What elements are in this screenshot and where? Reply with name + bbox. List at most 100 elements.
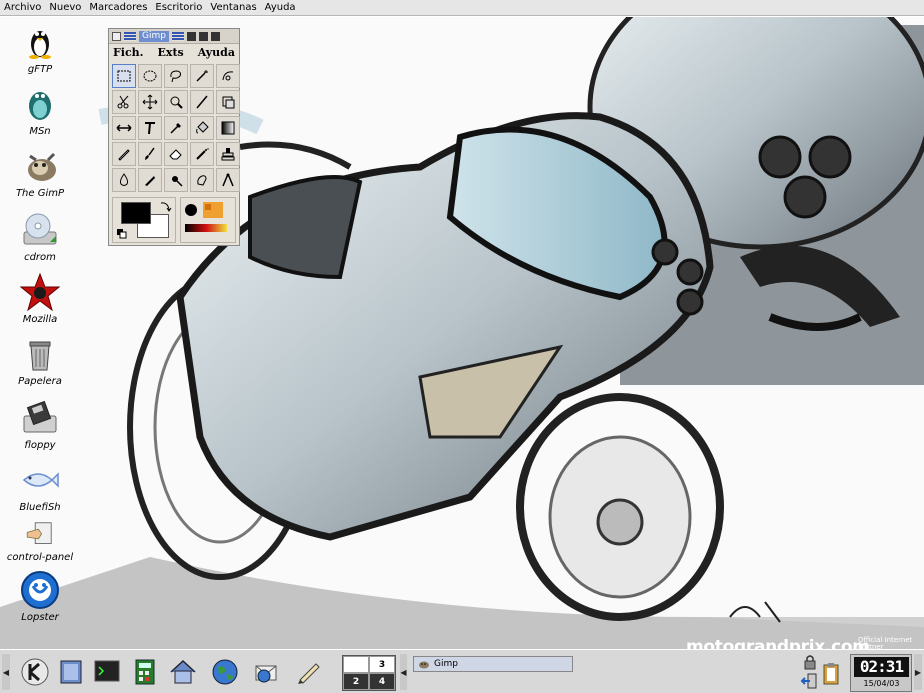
tool-move[interactable] <box>138 90 162 114</box>
desktop-pager: 1 3 2 4 <box>342 655 396 691</box>
foreground-color-swatch[interactable] <box>121 202 151 224</box>
window-title: Gimp <box>139 30 169 42</box>
tool-rect-select[interactable] <box>112 64 136 88</box>
panel-hide-left-icon[interactable]: ◀ <box>2 654 10 690</box>
k-menu-button[interactable] <box>18 655 52 689</box>
brush-pattern-gradient-icon <box>185 202 227 232</box>
menu-ayuda[interactable]: Ayuda <box>261 0 300 16</box>
gimp-titlebar[interactable]: Gimp <box>109 29 239 44</box>
shade-up-icon[interactable] <box>210 31 220 41</box>
desktop-icon-msn[interactable]: MSn <box>0 84 80 137</box>
desktop-icon-label: gFTP <box>27 64 53 75</box>
browser-icon <box>212 659 238 685</box>
menu-escritorio[interactable]: Escritorio <box>151 0 206 16</box>
ink-icon <box>145 176 155 186</box>
pager-desktop-4[interactable]: 4 <box>369 673 395 690</box>
browser-button[interactable] <box>208 655 242 689</box>
magic-wand-icon <box>196 70 208 82</box>
pager-desktop-1[interactable]: 1 <box>343 656 369 673</box>
gimp-menu-help[interactable]: Ayuda <box>198 46 235 60</box>
gradient-icon <box>221 121 235 135</box>
pager-desktop-2[interactable]: 2 <box>343 673 369 690</box>
gimp-menubar: Fich. Exts Ayuda <box>109 44 239 62</box>
window-list-button[interactable] <box>54 655 88 689</box>
default-colors-icon[interactable] <box>116 228 128 240</box>
system-tray <box>796 654 848 692</box>
tool-paintbrush[interactable] <box>138 142 162 166</box>
tool-ink[interactable] <box>138 168 162 192</box>
tool-zoom[interactable] <box>164 90 188 114</box>
gimp-menu-file[interactable]: Fich. <box>113 46 144 60</box>
pager-desktop-3[interactable]: 3 <box>369 656 395 673</box>
menu-nuevo[interactable]: Nuevo <box>45 0 85 16</box>
minimize-icon[interactable] <box>186 31 196 41</box>
gimp-tool-grid <box>109 62 240 192</box>
desktop-icon-gimp[interactable]: The GimP <box>0 146 80 199</box>
desktop-icon-gftp[interactable]: gFTP <box>0 22 80 75</box>
tool-pencil[interactable] <box>112 142 136 166</box>
bezier-icon <box>222 71 234 81</box>
scissors-icon <box>117 95 129 109</box>
menu-archivo[interactable]: Archivo <box>0 0 45 16</box>
mail-icon <box>255 665 277 683</box>
tool-magic-wand[interactable] <box>190 64 214 88</box>
swap-colors-icon[interactable] <box>158 200 172 214</box>
desktop-icon-lopster[interactable]: Lopster <box>0 570 80 623</box>
paintbrush-icon <box>145 147 155 160</box>
lasso-icon <box>170 70 182 83</box>
tool-airbrush[interactable] <box>190 142 214 166</box>
taskbar-scroll-left-icon[interactable]: ◀ <box>400 654 407 690</box>
desktop-icon-bluefish[interactable]: BluefiSh <box>0 460 80 513</box>
fg-bg-color-selector[interactable] <box>112 197 176 243</box>
tool-bezier[interactable] <box>216 64 240 88</box>
tool-clone[interactable] <box>216 142 240 166</box>
logout-icon[interactable] <box>800 672 818 690</box>
penguin-icon <box>29 31 51 59</box>
desktop-icon-mozilla[interactable]: Mozilla <box>0 272 80 325</box>
desktop-icon-cdrom[interactable]: cdrom <box>0 210 80 263</box>
home-button[interactable] <box>166 655 200 689</box>
mail-button[interactable] <box>250 655 284 689</box>
flip-icon <box>116 124 132 132</box>
gimp-menu-exts[interactable]: Exts <box>158 46 184 60</box>
tool-dodge[interactable] <box>164 168 188 192</box>
calculator-button[interactable] <box>128 655 162 689</box>
menu-marcadores[interactable]: Marcadores <box>85 0 151 16</box>
window-menu-icon[interactable] <box>112 31 121 41</box>
desktop-icon-floppy[interactable]: floppy <box>0 398 80 451</box>
desktop-icon-label: control-panel <box>6 552 74 563</box>
tool-transform[interactable] <box>216 90 240 114</box>
smudge-icon <box>197 175 207 186</box>
desktop-icon-label: The GimP <box>15 188 65 199</box>
trash-icon <box>29 341 51 371</box>
terminal-button[interactable] <box>90 655 124 689</box>
tool-lasso[interactable] <box>164 64 188 88</box>
desktop-icon-trash[interactable]: Papelera <box>0 334 80 387</box>
editor-button[interactable] <box>292 655 326 689</box>
tool-ellipse-select[interactable] <box>138 64 162 88</box>
titlebar-grip-icon <box>171 31 184 41</box>
lock-screen-icon[interactable] <box>802 654 818 670</box>
task-button-gimp[interactable]: Gimp <box>413 656 573 672</box>
move-icon <box>142 94 158 110</box>
panel-hide-right-icon[interactable]: ▶ <box>914 654 922 690</box>
clock-applet[interactable]: 02:31 15/04/03 <box>850 654 912 692</box>
tool-gradient[interactable] <box>216 116 240 140</box>
tool-blur[interactable] <box>112 168 136 192</box>
desktop-icon-control-panel[interactable]: control-panel <box>0 518 80 563</box>
tool-smudge[interactable] <box>190 168 214 192</box>
klipper-clipboard-icon[interactable] <box>822 662 840 686</box>
gimp-task-icon <box>419 661 429 669</box>
tool-scissors[interactable] <box>112 90 136 114</box>
shade-down-icon[interactable] <box>198 31 208 41</box>
tool-bucket-fill[interactable] <box>190 116 214 140</box>
bucket-fill-icon <box>196 121 209 134</box>
brush-pattern-gradient-selector[interactable] <box>180 197 236 243</box>
tool-crop[interactable] <box>190 90 214 114</box>
tool-flip[interactable] <box>112 116 136 140</box>
tool-measure[interactable] <box>216 168 240 192</box>
tool-color-picker[interactable] <box>164 116 188 140</box>
tool-eraser[interactable] <box>164 142 188 166</box>
tool-text[interactable] <box>138 116 162 140</box>
menu-ventanas[interactable]: Ventanas <box>206 0 260 16</box>
